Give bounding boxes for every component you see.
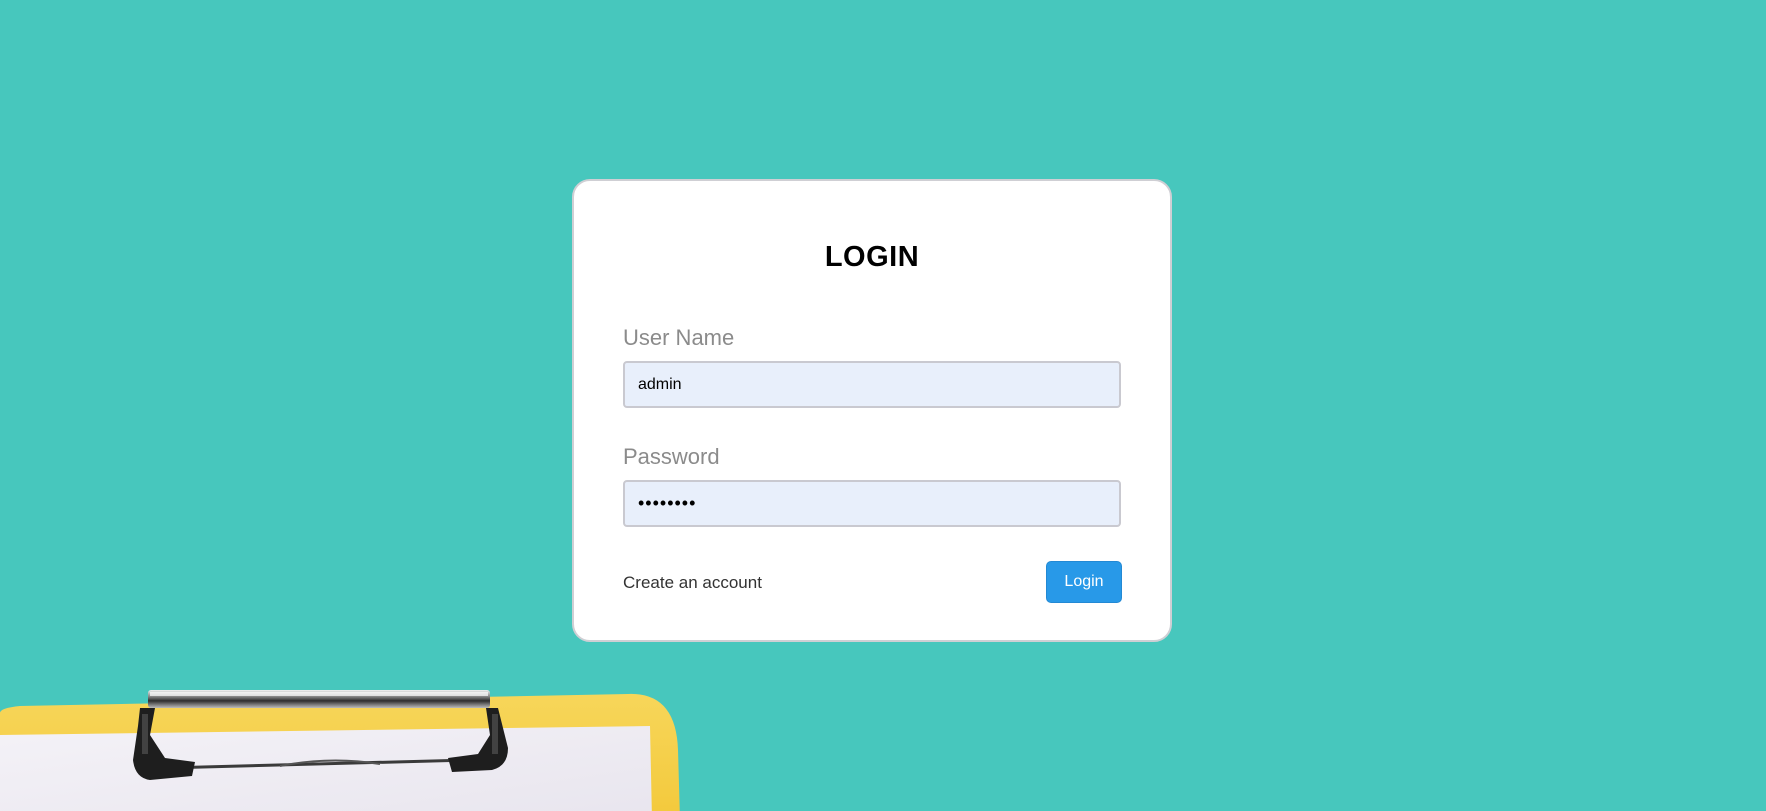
username-input[interactable] <box>623 361 1121 408</box>
create-account-link[interactable]: Create an account <box>623 573 762 593</box>
login-page: LOGIN User Name Password Create an accou… <box>0 0 1766 811</box>
login-card: LOGIN User Name Password Create an accou… <box>572 179 1172 642</box>
password-label: Password <box>623 444 720 469</box>
clipboard-icon <box>0 690 700 811</box>
login-button[interactable]: Login <box>1046 561 1122 603</box>
username-label: User Name <box>623 325 735 350</box>
password-input[interactable] <box>623 480 1121 527</box>
login-title: LOGIN <box>824 241 920 273</box>
